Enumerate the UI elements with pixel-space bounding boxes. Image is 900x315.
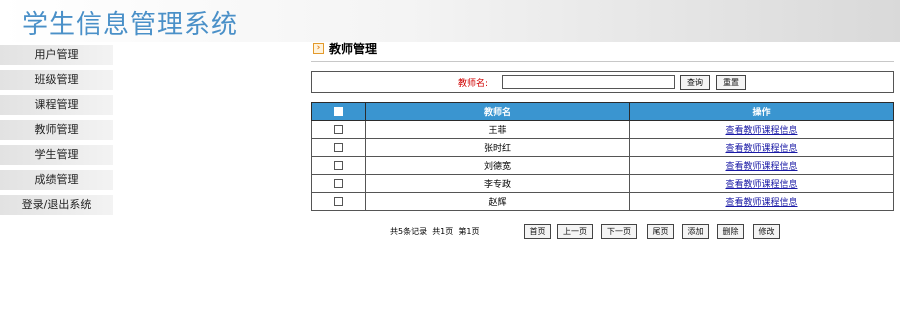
reset-button[interactable]: 重置	[716, 75, 746, 90]
row-select-cell	[311, 156, 366, 175]
view-course-link[interactable]: 查看教师课程信息	[725, 198, 797, 208]
table-row: 赵辉 查看教师课程信息	[311, 192, 894, 211]
app-title: 学生信息管理系统	[22, 10, 239, 40]
row-checkbox[interactable]	[334, 124, 343, 134]
select-all-checkbox[interactable]	[334, 106, 343, 116]
prev-page-button[interactable]: 上一页	[557, 224, 593, 239]
row-select-cell	[311, 174, 366, 193]
pagination-bar: 共5条记录 共1页 第1页 首页 上一页 下一页 尾页 添加 删除 修改	[311, 224, 894, 240]
view-course-link[interactable]: 查看教师课程信息	[725, 126, 797, 136]
view-course-link[interactable]: 查看教师课程信息	[725, 144, 797, 154]
total-records-text: 共5条记录	[390, 227, 428, 236]
sidebar-item-login-logout[interactable]: 登录/退出系统	[0, 195, 113, 215]
teacher-name-label: 教师名:	[458, 79, 489, 89]
table-row: 刘德宽 查看教师课程信息	[311, 156, 894, 175]
teacher-name-cell: 张时红	[365, 138, 630, 157]
column-header-action: 操作	[629, 102, 894, 121]
sidebar-item-course-management[interactable]: 课程管理	[0, 95, 113, 115]
sidebar: 用户管理 班级管理 课程管理 教师管理 学生管理 成绩管理 登录/退出系统	[0, 45, 113, 220]
row-checkbox[interactable]	[334, 196, 343, 206]
column-header-teacher-name: 教师名	[365, 102, 630, 121]
action-cell: 查看教师课程信息	[629, 192, 894, 211]
action-cell: 查看教师课程信息	[629, 120, 894, 139]
total-pages-text: 共1页	[432, 227, 454, 236]
sidebar-item-teacher-management[interactable]: 教师管理	[0, 120, 113, 140]
row-select-cell	[311, 138, 366, 157]
table-header-row: 教师名 操作	[311, 102, 894, 121]
teacher-name-cell: 赵辉	[365, 192, 630, 211]
last-page-button[interactable]: 尾页	[647, 224, 674, 239]
arrow-right-icon: ›	[313, 43, 324, 54]
search-bar: 教师名: 查询 重置	[311, 71, 894, 93]
sidebar-item-grade-management[interactable]: 成绩管理	[0, 170, 113, 190]
pagination-info: 共5条记录 共1页 第1页	[390, 226, 479, 237]
teacher-name-input[interactable]	[502, 75, 675, 89]
view-course-link[interactable]: 查看教师课程信息	[725, 162, 797, 172]
sidebar-item-class-management[interactable]: 班级管理	[0, 70, 113, 90]
first-page-button[interactable]: 首页	[524, 224, 551, 239]
row-select-cell	[311, 192, 366, 211]
page-title: 教师管理	[329, 42, 378, 56]
query-button[interactable]: 查询	[680, 75, 710, 90]
section-header: › 教师管理	[311, 40, 894, 62]
delete-button[interactable]: 删除	[717, 224, 744, 239]
row-checkbox[interactable]	[334, 160, 343, 170]
table-row: 张时红 查看教师课程信息	[311, 138, 894, 157]
next-page-button[interactable]: 下一页	[601, 224, 637, 239]
sidebar-item-user-management[interactable]: 用户管理	[0, 45, 113, 65]
action-cell: 查看教师课程信息	[629, 156, 894, 175]
action-cell: 查看教师课程信息	[629, 174, 894, 193]
header-banner: 学生信息管理系统	[0, 0, 900, 42]
edit-button[interactable]: 修改	[753, 224, 780, 239]
table-row: 王菲 查看教师课程信息	[311, 120, 894, 139]
select-all-cell	[311, 102, 366, 121]
sidebar-item-student-management[interactable]: 学生管理	[0, 145, 113, 165]
action-cell: 查看教师课程信息	[629, 138, 894, 157]
teacher-name-cell: 李专政	[365, 174, 630, 193]
current-page-text: 第1页	[458, 227, 480, 236]
teacher-table: 教师名 操作 王菲 查看教师课程信息 张时红 查看教师课程信息 刘德宽 查看教师…	[311, 102, 894, 211]
table-row: 李专政 查看教师课程信息	[311, 174, 894, 193]
teacher-name-cell: 刘德宽	[365, 156, 630, 175]
row-select-cell	[311, 120, 366, 139]
add-button[interactable]: 添加	[682, 224, 709, 239]
teacher-name-cell: 王菲	[365, 120, 630, 139]
row-checkbox[interactable]	[334, 178, 343, 188]
row-checkbox[interactable]	[334, 142, 343, 152]
view-course-link[interactable]: 查看教师课程信息	[725, 180, 797, 190]
